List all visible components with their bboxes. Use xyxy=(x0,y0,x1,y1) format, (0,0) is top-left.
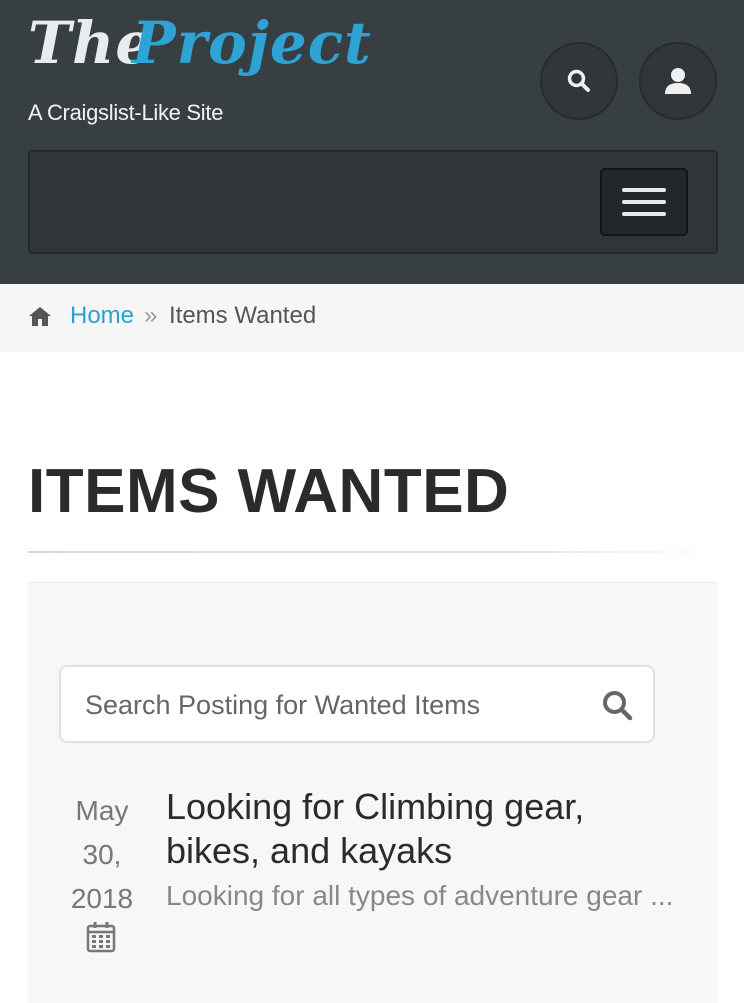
main-navbar xyxy=(28,150,718,254)
post-date-month: May xyxy=(75,795,129,826)
breadcrumb-separator: » xyxy=(144,302,158,329)
breadcrumb-current: Items Wanted xyxy=(169,302,317,329)
header-search-button[interactable] xyxy=(540,42,618,120)
home-icon[interactable] xyxy=(28,305,52,327)
search-icon[interactable] xyxy=(601,689,635,723)
search-icon xyxy=(567,69,590,92)
site-header: The Project A Craigslist-Like Site xyxy=(0,0,744,284)
menu-icon-bar xyxy=(622,212,666,216)
header-user-button[interactable] xyxy=(639,42,717,120)
post-date-year: 2018 xyxy=(70,883,134,914)
menu-icon xyxy=(622,188,666,192)
menu-toggle-button[interactable] xyxy=(600,168,688,236)
postings-panel: May 30, 2018 Looking for Climbing gear, … xyxy=(28,582,718,1003)
title-divider xyxy=(28,551,718,553)
post-date-day: 30, xyxy=(82,839,122,870)
post-date: May 30, 2018 xyxy=(58,789,146,921)
logo-text-project[interactable]: Project xyxy=(132,14,372,72)
breadcrumb: Home » Items Wanted xyxy=(0,284,744,352)
user-icon xyxy=(665,68,691,94)
posting-search-box xyxy=(59,665,655,743)
post-title-link[interactable]: Looking for Climbing gear, bikes, and ka… xyxy=(166,785,686,873)
posting-search-input[interactable] xyxy=(83,667,587,743)
post-excerpt: Looking for all types of adventure gear … xyxy=(166,880,674,911)
breadcrumb-home-link[interactable]: Home xyxy=(70,302,134,330)
site-tagline: A Craigslist-Like Site xyxy=(28,100,224,125)
menu-icon-bar xyxy=(622,200,666,204)
calendar-icon xyxy=(86,922,116,953)
page-title: ITEMS WANTED xyxy=(28,457,510,526)
